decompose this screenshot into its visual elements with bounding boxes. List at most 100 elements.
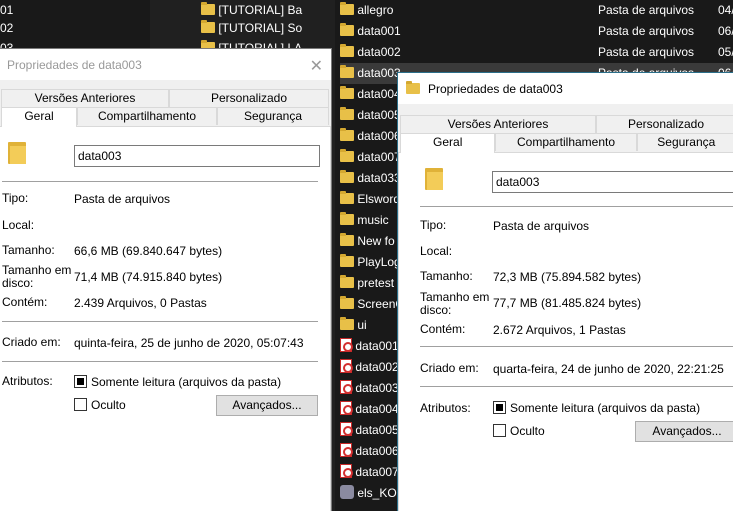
folder-icon [340, 44, 354, 57]
readonly-label: Somente leitura (arquivos da pasta) [91, 375, 282, 389]
list-item[interactable]: 02 [0, 18, 13, 39]
label-tipo: Tipo: [420, 218, 447, 232]
table-row[interactable]: data033 [340, 168, 401, 189]
properties-dialog-2: Propriedades de data003 Versões Anterior… [397, 72, 733, 511]
table-row[interactable]: data003 [340, 378, 399, 399]
readonly-checkbox[interactable] [493, 401, 506, 414]
folder-icon [425, 168, 443, 190]
value-criado: quarta-feira, 24 de junho de 2020, 22:21… [493, 362, 724, 376]
tab-personalizado[interactable]: Personalizado [169, 89, 329, 107]
tabs-row-top: Versões Anteriores Personalizado [400, 115, 733, 133]
folder-icon [340, 2, 354, 15]
divider [2, 321, 318, 322]
tab-geral[interactable]: Geral [1, 107, 77, 127]
hidden-checkbox[interactable] [74, 398, 87, 411]
table-row[interactable]: data001 [340, 336, 399, 357]
folder-icon [406, 81, 420, 94]
app-file-icon [340, 485, 354, 499]
table-row[interactable]: pretest [340, 273, 394, 294]
tab-versoes-anteriores[interactable]: Versões Anteriores [1, 89, 169, 107]
value-criado: quinta-feira, 25 de junho de 2020, 05:07… [74, 336, 304, 350]
table-row[interactable]: data002Pasta de arquivos05/ [340, 42, 733, 63]
label-atributos: Atributos: [420, 401, 471, 415]
dialog-titlebar[interactable]: Propriedades de data003 ✕ [0, 49, 331, 80]
table-row[interactable]: data002 [340, 357, 399, 378]
value-tamanho-disco: 71,4 MB (74.915.840 bytes) [74, 270, 223, 284]
close-icon[interactable]: ✕ [310, 56, 323, 76]
advanced-button[interactable]: Avançados... [635, 421, 733, 442]
folder-icon [340, 128, 354, 141]
table-row[interactable]: data007 [340, 147, 401, 168]
folder-name-field[interactable]: data003 [74, 145, 320, 167]
folder-icon [340, 170, 354, 183]
folder-icon [340, 233, 354, 246]
label-atributos: Atributos: [2, 374, 53, 388]
folder-icon [340, 254, 354, 267]
general-panel: data003 Tipo: Pasta de arquivos Local: T… [0, 126, 331, 511]
folder-icon [340, 23, 354, 36]
table-row[interactable]: data006 [340, 126, 401, 147]
table-row[interactable]: ui [340, 315, 367, 336]
label-tamanho-disco-2: disco: [420, 303, 452, 317]
table-row[interactable]: New fo [340, 231, 395, 252]
tab-seguranca[interactable]: Segurança [217, 107, 329, 125]
tab-geral[interactable]: Geral [400, 133, 496, 153]
pdf-file-icon [340, 338, 353, 352]
hidden-label: Oculto [91, 398, 126, 412]
tabs-row-bottom: Geral Compartilhamento Segurança [1, 107, 331, 127]
table-row[interactable]: Elsword [340, 189, 400, 210]
advanced-button[interactable]: Avançados... [216, 395, 318, 416]
pdf-file-icon [340, 359, 353, 373]
folder-icon [340, 149, 354, 162]
table-row[interactable]: data004 [340, 399, 399, 420]
table-row[interactable]: allegroPasta de arquivos04/ [340, 0, 733, 21]
list-item[interactable]: [TUTORIAL] So [201, 18, 331, 39]
hidden-checkbox[interactable] [493, 424, 506, 437]
value-contem: 2.439 Arquivos, 0 Pastas [74, 296, 207, 310]
divider [2, 181, 318, 182]
pdf-file-icon [340, 422, 353, 436]
value-tamanho-disco[interactable]: 77,7 MB (81.485.824 bytes) [493, 296, 641, 310]
table-row[interactable]: data001Pasta de arquivos06/ [340, 21, 733, 42]
folder-icon [340, 275, 354, 288]
label-tamanho: Tamanho: [420, 269, 473, 283]
tab-personalizado[interactable]: Personalizado [596, 115, 733, 133]
value-tipo: Pasta de arquivos [74, 192, 171, 206]
properties-dialog-1: Propriedades de data003 ✕ Versões Anteri… [0, 48, 332, 511]
tab-compartilhamento[interactable]: Compartilhamento [495, 133, 637, 151]
table-row[interactable]: ScreenC [340, 294, 404, 315]
folder-icon [201, 20, 215, 33]
label-local: Local: [420, 244, 453, 258]
readonly-checkbox[interactable] [74, 375, 87, 388]
pdf-file-icon [340, 401, 353, 415]
label-local: Local: [2, 218, 35, 232]
label-tamanho-disco-2: disco: [2, 276, 34, 290]
value-tamanho: 72,3 MB (75.894.582 bytes) [493, 270, 642, 284]
table-row[interactable]: music [340, 210, 389, 231]
table-row[interactable]: PlayLog [340, 252, 401, 273]
folder-icon [340, 107, 354, 120]
pdf-file-icon [340, 443, 353, 457]
tab-versoes-anteriores[interactable]: Versões Anteriores [400, 115, 596, 133]
divider [420, 346, 733, 347]
folder-icon [340, 212, 354, 225]
label-tamanho: Tamanho: [2, 243, 55, 257]
table-row[interactable]: data005 [340, 420, 399, 441]
value-tamanho: 66,6 MB (69.840.647 bytes) [74, 244, 223, 258]
dialog-titlebar[interactable]: Propriedades de data003 [398, 73, 733, 104]
table-row[interactable]: data004 [340, 84, 401, 105]
pdf-file-icon [340, 380, 353, 394]
label-contem: Contém: [420, 322, 466, 336]
table-row[interactable]: data005 [340, 105, 401, 126]
dialog-title: Propriedades de data003 [7, 57, 142, 72]
tab-seguranca[interactable]: Segurança [636, 133, 733, 151]
folder-name-field[interactable]: data003 [492, 171, 733, 193]
dialog-title: Propriedades de data003 [428, 81, 563, 96]
folder-icon [201, 2, 215, 15]
table-row[interactable]: data007 [340, 462, 399, 483]
table-row[interactable]: data006 [340, 441, 399, 462]
tab-compartilhamento[interactable]: Compartilhamento [77, 107, 217, 125]
label-criado: Criado em: [2, 335, 61, 349]
value-tipo: Pasta de arquivos [493, 219, 590, 233]
tabs-row-bottom: Geral Compartilhamento Segurança [400, 133, 733, 153]
